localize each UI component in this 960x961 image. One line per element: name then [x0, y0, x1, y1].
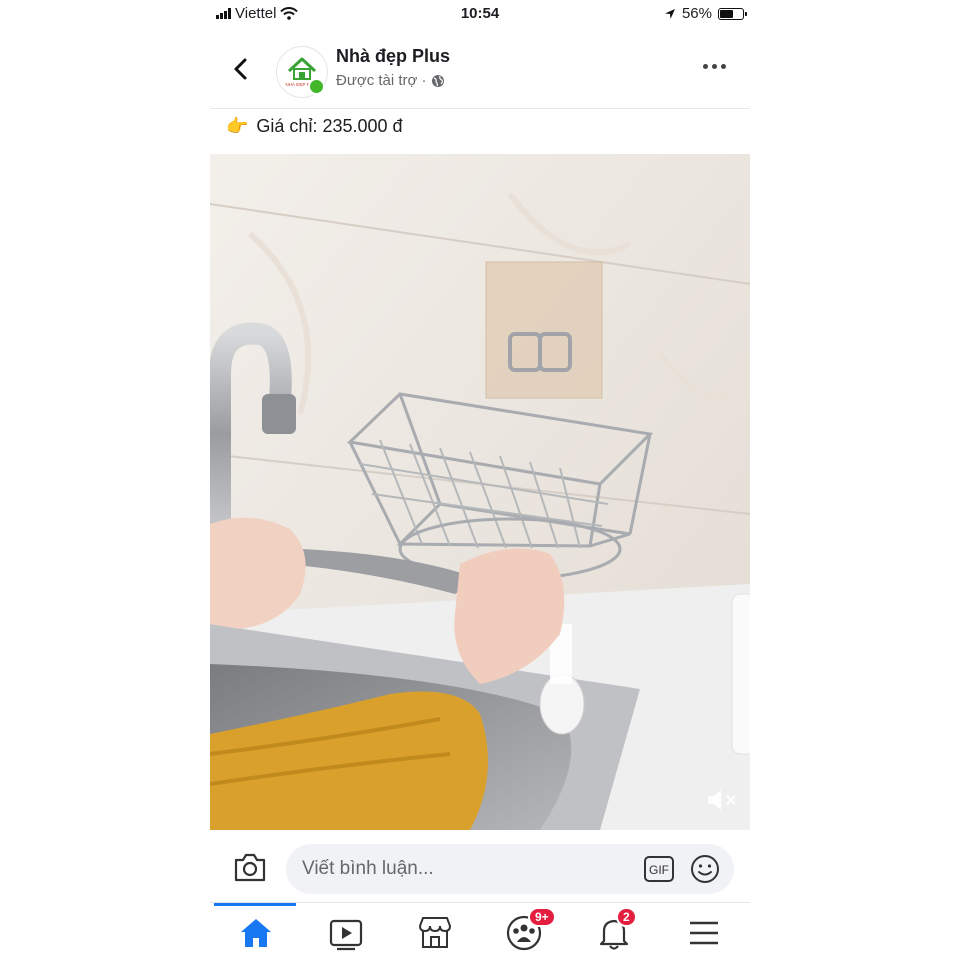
camera-icon[interactable]: [232, 850, 268, 884]
video-play-icon[interactable]: [326, 913, 366, 953]
smiley-icon[interactable]: [690, 854, 720, 884]
bottom-nav: 9+ 2: [210, 902, 750, 961]
battery-fill: [720, 9, 734, 18]
battery-icon: [718, 7, 747, 20]
pointing-hand-emoji: 👉: [226, 116, 249, 136]
post-caption: 👉 Giá chỉ: 235.000 đ: [226, 116, 403, 137]
post-header: NHÀ ĐẸP PLUS Nhà đẹp Plus Được tài trợ ·: [210, 38, 750, 108]
post-video[interactable]: [210, 154, 750, 830]
status-right: 56%: [664, 5, 747, 22]
more-dot: [712, 64, 717, 69]
sponsored-label: Được tài trợ ·: [336, 72, 427, 89]
comment-placeholder: Viết bình luận...: [302, 858, 434, 879]
sponsored-row: Được tài trợ ·: [336, 72, 445, 89]
hamburger-menu-icon[interactable]: [684, 913, 724, 953]
header-divider: [210, 108, 750, 109]
online-status-dot: [308, 78, 325, 95]
globe-icon: [431, 74, 444, 87]
page-name[interactable]: Nhà đẹp Plus: [336, 46, 450, 67]
status-bar: Viettel 10:54 56%: [210, 0, 750, 28]
price-text: Giá chỉ: 235.000 đ: [256, 116, 403, 136]
notifications-badge: 2: [616, 907, 637, 927]
location-arrow-icon: [664, 8, 675, 19]
comment-bar: Viết bình luận... GIF: [210, 832, 750, 902]
gif-label: GIF: [649, 863, 669, 877]
chevron-left-icon[interactable]: [228, 54, 254, 84]
speaker-muted-icon[interactable]: [706, 786, 740, 814]
phone-screen: Viettel 10:54 56% NHÀ ĐẸP PLUS Nhà đẹp P…: [210, 0, 750, 961]
battery-percent: 56%: [681, 5, 712, 22]
groups-badge: 9+: [528, 907, 556, 927]
more-options-button[interactable]: [699, 60, 730, 73]
home-icon[interactable]: [236, 913, 276, 953]
gif-button[interactable]: GIF: [644, 856, 674, 882]
notifications-tab[interactable]: 2: [594, 907, 637, 953]
more-dot: [721, 64, 726, 69]
store-icon[interactable]: [415, 913, 455, 953]
video-frame: [210, 154, 750, 830]
groups-tab[interactable]: 9+: [504, 907, 556, 953]
more-dot: [703, 64, 708, 69]
active-tab-indicator: [214, 903, 296, 906]
